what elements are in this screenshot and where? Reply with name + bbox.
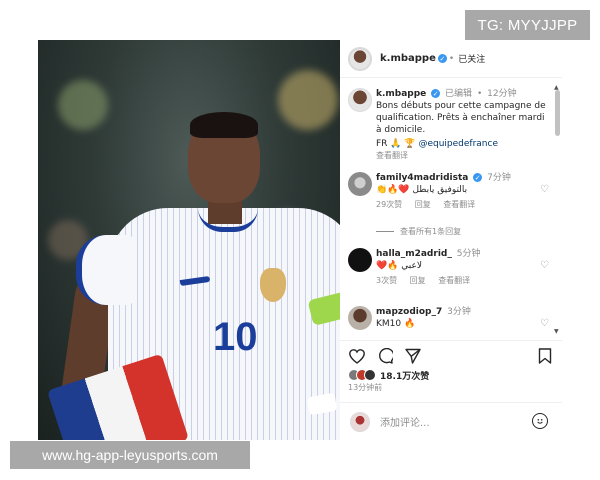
translate-link[interactable]: 查看翻译: [438, 276, 470, 285]
likes-row[interactable]: 18.1万次赞: [348, 368, 429, 382]
likes-count[interactable]: 18.1万次赞: [380, 369, 429, 382]
emoji-icon[interactable]: [532, 413, 548, 429]
caption-username[interactable]: k.mbappe: [376, 89, 426, 99]
avatar[interactable]: [348, 172, 372, 196]
header-username[interactable]: k.mbappe: [380, 53, 436, 64]
post-header: k.mbappe ✓ • 已关注: [340, 40, 562, 78]
watermark-tg: TG: MYYJJPP: [465, 10, 590, 40]
bookmark-icon[interactable]: [536, 347, 554, 365]
comment-likes[interactable]: 29次赞: [376, 200, 402, 209]
avatar[interactable]: [348, 306, 372, 330]
view-replies-link[interactable]: 查看所有1条回复: [376, 226, 546, 237]
comment-time: 3分钟: [447, 307, 471, 317]
verified-icon: ✓: [437, 54, 447, 63]
comments-scrollbar[interactable]: ▲ ▼: [554, 84, 560, 335]
comment-username[interactable]: family4madridista: [376, 173, 468, 183]
heart-icon[interactable]: [348, 347, 366, 365]
separator-dot: •: [476, 89, 483, 99]
scroll-down-icon[interactable]: ▼: [554, 328, 559, 335]
jersey-sleeve: [76, 235, 136, 305]
avatar[interactable]: [348, 88, 372, 112]
comment-text: KM10 🔥: [376, 319, 416, 329]
add-comment-bar: 添加评论...: [340, 402, 562, 440]
heart-icon[interactable]: ♡: [540, 184, 549, 195]
team-crest: [260, 268, 286, 302]
follow-status[interactable]: 已关注: [458, 52, 485, 65]
divider-line: [376, 231, 394, 232]
caption-time: 12分钟: [487, 89, 517, 99]
translate-link[interactable]: 查看翻译: [443, 200, 475, 209]
post-time: 13分钟前: [348, 383, 383, 392]
avatar: [364, 369, 376, 381]
translate-link[interactable]: 查看翻译: [376, 151, 408, 160]
caption-text: Bons débuts pour cette campagne de quali…: [376, 101, 546, 135]
background-blur: [278, 70, 338, 130]
caption-edited: 已编辑: [445, 89, 473, 99]
send-icon[interactable]: [404, 347, 422, 365]
action-bar: [340, 340, 562, 370]
comment-input[interactable]: 添加评论...: [380, 414, 430, 429]
watermark-url: www.hg-app-leyusports.com: [10, 441, 250, 469]
comment-text: 👏🔥❤️ بالتوفيق يابطل: [376, 185, 468, 195]
post-side-panel: k.mbappe ✓ • 已关注 k.mbappe ✓ 已编辑 • 12分钟 B…: [340, 40, 562, 440]
avatar[interactable]: [348, 46, 372, 71]
reply-button[interactable]: 回复: [410, 276, 426, 285]
comment-username[interactable]: mapzodiop_7: [376, 307, 442, 317]
comment-likes[interactable]: 3次赞: [376, 276, 397, 285]
heart-icon[interactable]: ♡: [540, 318, 549, 329]
comment-text: ❤️🔥 لاعبي: [376, 261, 423, 271]
comment-username[interactable]: halla_m2adrid_: [376, 249, 452, 259]
verified-icon: ✓: [431, 89, 441, 98]
comments-list[interactable]: k.mbappe ✓ 已编辑 • 12分钟 Bons débuts pour c…: [340, 84, 554, 376]
avatar[interactable]: [348, 248, 372, 272]
heart-icon[interactable]: ♡: [540, 260, 549, 271]
player-hair: [190, 112, 258, 138]
mention-link[interactable]: @equipedefrance: [418, 139, 498, 149]
background-blur: [58, 80, 108, 130]
scroll-thumb[interactable]: [555, 90, 560, 136]
separator-dot: •: [448, 53, 455, 64]
caption-flags: FR 🙏 🏆: [376, 139, 416, 149]
jersey-number: 10: [213, 315, 258, 359]
comment-icon[interactable]: [376, 347, 394, 365]
comment-time: 5分钟: [456, 249, 481, 259]
comment-time: 7分钟: [487, 173, 511, 183]
avatar: [350, 411, 370, 432]
reply-button[interactable]: 回复: [415, 200, 431, 209]
verified-icon: ✓: [473, 173, 483, 182]
post-photo[interactable]: 10 ›: [38, 40, 340, 440]
view-replies-label[interactable]: 查看所有1条回复: [400, 226, 461, 237]
